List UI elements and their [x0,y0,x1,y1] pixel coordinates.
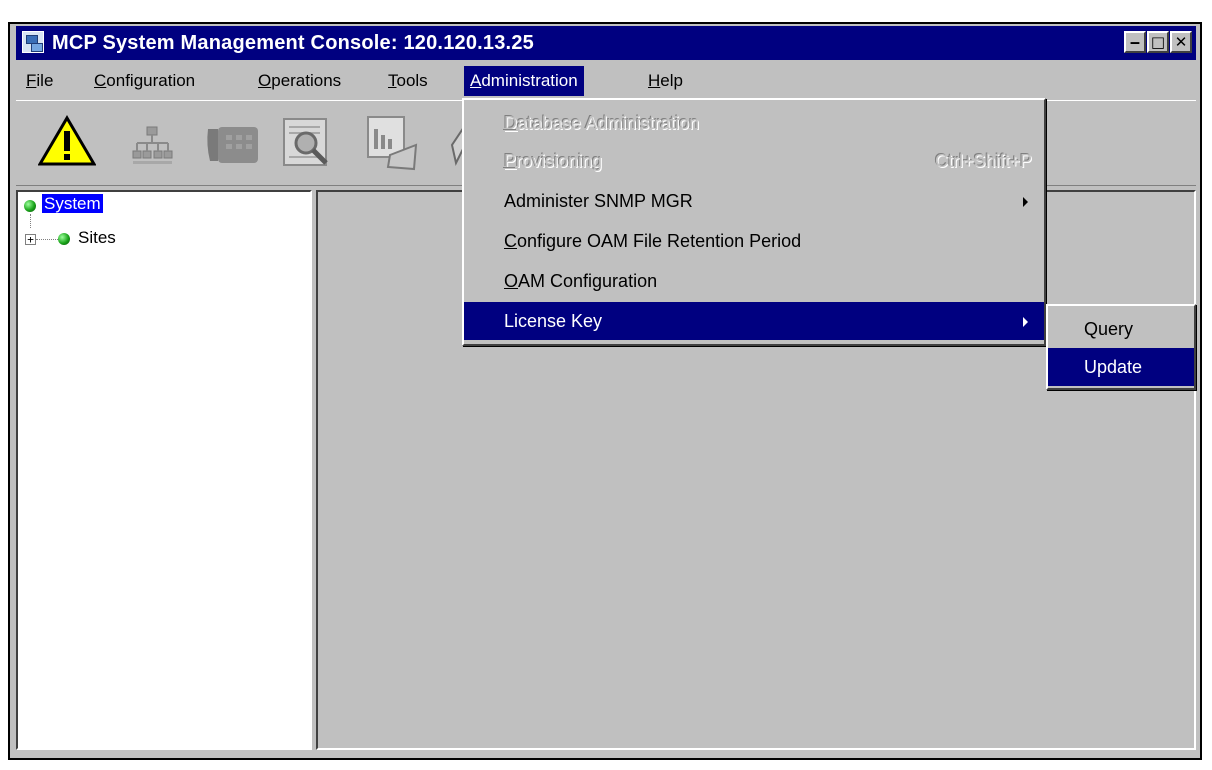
chart-document-icon[interactable] [366,115,418,171]
tree-connector [36,239,58,240]
warning-icon[interactable] [38,115,96,167]
network-topology-icon[interactable] [130,123,174,167]
menu-operations[interactable]: Operations [252,66,347,96]
menu-item-label: onfigure OAM File Retention Period [517,231,802,251]
menu-file[interactable]: File [20,66,59,96]
menu-item-shortcut: Ctrl+Shift+P [934,151,1032,171]
search-document-icon[interactable] [282,117,334,169]
menu-tools-label: ools [396,71,428,90]
menu-configuration-mnemonic: C [94,71,107,90]
close-button[interactable]: ✕ [1170,31,1192,53]
window-title: MCP System Management Console: 120.120.1… [52,32,534,54]
menu-item-administer-snmp-mgr[interactable]: Administer SNMP MGR [464,182,1044,220]
submenu-arrow-icon [1023,197,1028,207]
menu-item-label: rovisioning [516,151,603,171]
tree-panel: System + Sites [16,190,312,750]
tree-node-sites-label: Sites [78,228,116,247]
menu-item-license-key[interactable]: License Key [464,302,1044,340]
menu-item-label: Administer SNMP MGR [504,191,693,211]
license-key-submenu: Query Update [1046,304,1196,390]
menu-help-mnemonic: H [648,71,661,90]
maximize-button[interactable]: □ [1147,31,1169,53]
menu-item-label: License Key [504,311,603,331]
menu-administration-label: dministration [481,71,578,90]
menu-item-configure-oam-file-retention[interactable]: Configure OAM File Retention Period [464,222,1044,260]
menu-help-label: elp [660,71,683,90]
menu-tools-mnemonic: T [388,71,397,90]
menu-configuration[interactable]: Configuration [88,66,201,96]
menu-item-provisioning: Provisioning Ctrl+Shift+P [464,142,1044,180]
submenu-item-update[interactable]: Update [1048,348,1194,386]
tree-node-system[interactable]: System [42,194,103,214]
submenu-arrow-icon [1023,317,1028,327]
app-icon [22,31,44,53]
system-status-icon [24,200,36,212]
tree-connector [30,214,31,228]
menu-item-label: AM Configuration [518,271,658,291]
menu-administration-mnemonic: A [470,71,482,90]
title-bar[interactable]: MCP System Management Console: 120.120.1… [16,26,1196,60]
mnemonic: P [504,151,517,171]
menu-item-label: atabase Administration [517,113,700,133]
menu-operations-mnemonic: O [258,71,272,90]
sites-status-icon [58,233,70,245]
menu-file-label: ile [36,71,54,90]
menu-help[interactable]: Help [642,66,689,96]
administration-menu: Database Administration Provisioning Ctr… [462,98,1046,346]
menu-tools[interactable]: Tools [382,66,434,96]
window-controls: ‒ □ ✕ [1124,31,1192,53]
menu-bar: File Configuration Operations Tools Admi… [16,64,1196,96]
minimize-button[interactable]: ‒ [1124,31,1146,53]
mnemonic: O [504,271,519,291]
mnemonic: D [504,113,517,133]
tree-node-system-label: System [42,194,103,213]
menu-item-database-administration: Database Administration [464,104,1044,142]
tree-node-sites[interactable]: Sites [78,228,116,248]
menu-file-mnemonic: F [26,71,37,90]
menu-configuration-label: onfiguration [106,71,196,90]
submenu-item-query[interactable]: Query [1048,310,1194,348]
phone-icon[interactable] [204,121,260,167]
menu-operations-label: perations [271,71,342,90]
menu-administration[interactable]: Administration [464,66,584,96]
tree-expand-icon[interactable]: + [25,234,36,245]
menu-item-oam-configuration[interactable]: OAM Configuration [464,262,1044,300]
mnemonic: C [504,231,517,251]
